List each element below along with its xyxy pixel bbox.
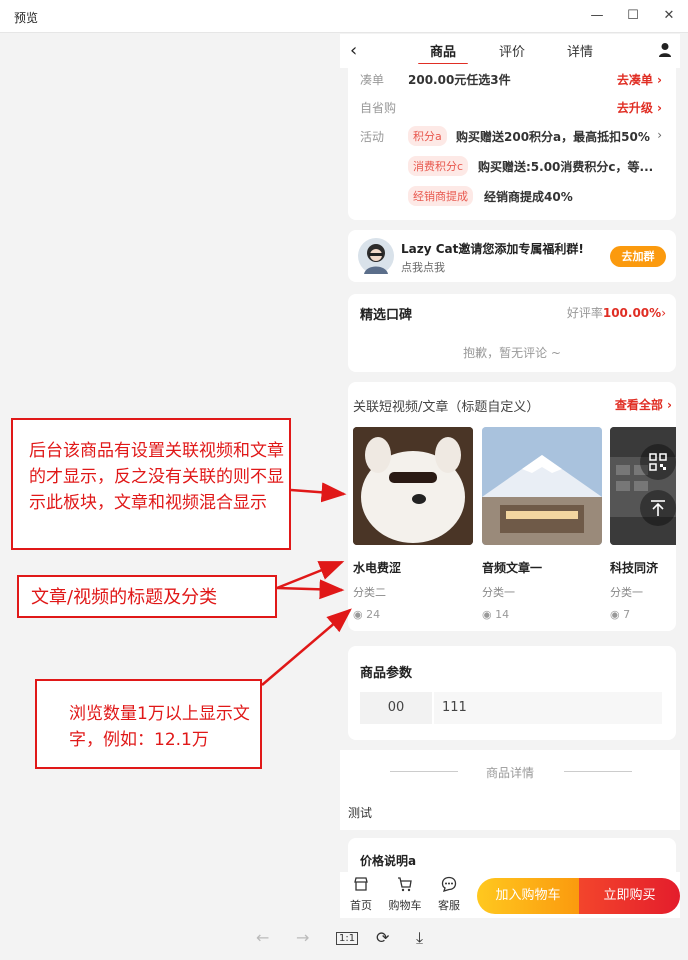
view-count: 14 [495, 608, 510, 621]
promo-text: 经销商提成40% [484, 190, 573, 204]
arrow-right-icon[interactable]: → [296, 928, 309, 947]
media-thumb[interactable] [482, 427, 602, 545]
mountain-image [482, 427, 602, 545]
annotation-view-count: 浏览数量1万以上显示文字，例如：12.1万 [35, 679, 262, 769]
detail-section: 商品详情 测试 [340, 750, 680, 830]
home-button[interactable]: 首页 [343, 876, 379, 913]
promo-card: 凑单 200.00元任选3件 去凑单 › 自省购 去升级 › 活动 积分a 购买… [348, 64, 676, 220]
view-count: 7 [623, 608, 631, 621]
media-item-title[interactable]: 音频文章一 [482, 559, 542, 576]
user-icon[interactable] [658, 42, 672, 58]
arrow-up-icon [651, 500, 665, 516]
group-title: Lazy Cat邀请您添加专属福利群! [401, 242, 584, 256]
cou-value: 200.00元任选3件 [408, 73, 511, 87]
tab-details[interactable]: 详情 [567, 41, 593, 60]
tab-goods[interactable]: 商品 [430, 41, 456, 60]
back-icon[interactable]: ‹ [350, 40, 357, 61]
promo-tag: 消费积分c [408, 156, 469, 176]
promo-text: 购买赠送200积分a，最高抵扣50% [456, 130, 650, 144]
view-count: 24 [366, 608, 381, 621]
eye-icon: ◉ [482, 608, 492, 621]
params-title: 商品参数 [360, 666, 413, 681]
param-value: 111 [434, 692, 662, 724]
minimize-icon[interactable]: — [586, 5, 608, 27]
promo-tag: 经销商提成 [408, 186, 473, 206]
detail-divider-label: 商品详情 [485, 766, 534, 780]
good-rate-label: 好评率 [566, 306, 603, 320]
param-key: 00 [360, 692, 432, 724]
arrow-left-icon[interactable]: ← [256, 928, 269, 947]
related-media-card: 关联短视频/文章（标题自定义） 查看全部 › 水电费涩 音频文章一 科技同济 分… [348, 382, 676, 631]
preview-toolbar: ← → 1:1 ⟳ ⤓ [0, 918, 688, 960]
cou-link[interactable]: 去凑单 › [617, 71, 662, 88]
media-item-views: ◉ 7 [610, 608, 630, 621]
media-item-title[interactable]: 水电费涩 [353, 559, 401, 576]
store-icon [354, 877, 368, 891]
media-item-title[interactable]: 科技同济 [610, 559, 658, 576]
good-rate[interactable]: 好评率100.00%› [567, 304, 666, 321]
qrcode-button[interactable] [640, 444, 676, 480]
back-to-top-button[interactable] [640, 490, 676, 526]
media-thumb[interactable] [610, 427, 676, 545]
detail-text: 测试 [348, 806, 373, 820]
good-rate-value: 100.00% [602, 306, 662, 320]
home-label: 首页 [350, 899, 372, 912]
media-item-category: 分类一 [610, 586, 643, 599]
promo-text: 购买赠送:5.00消费积分c，等... [478, 160, 654, 174]
window-title: 预览 [14, 11, 39, 25]
group-subtitle: 点我点我 [401, 261, 445, 274]
view-all-link[interactable]: 查看全部 › [615, 396, 672, 413]
media-item-views: ◉ 14 [482, 608, 509, 621]
dog-image [353, 427, 473, 545]
keyboard-image [610, 427, 676, 545]
close-icon[interactable]: ✕ [658, 5, 680, 27]
group-invite-card[interactable]: Lazy Cat邀请您添加专属福利群! 点我点我 去加群 [348, 230, 676, 282]
reviews-title: 精选口碑 [360, 308, 413, 323]
cou-label: 凑单 [360, 73, 385, 87]
media-item-category: 分类一 [482, 586, 515, 599]
cart-icon [398, 877, 412, 892]
chat-icon [441, 876, 457, 892]
buy-now-button[interactable]: 立即购买 [579, 878, 680, 914]
avatar [358, 238, 394, 274]
cart-label: 购物车 [388, 899, 422, 912]
bottom-action-bar: 首页 购物车 客服 加入购物车 立即购买 [340, 872, 680, 918]
media-title: 关联短视频/文章（标题自定义） [353, 400, 540, 415]
chevron-right-icon[interactable]: › [657, 128, 662, 142]
self-label: 自省购 [360, 101, 397, 115]
phone-preview: ‹ 商品 评价 详情 凑单 200.00元任选3件 去凑单 › 自省购 去升级 … [340, 34, 680, 918]
chevron-right-icon: › [661, 306, 666, 320]
window-titlebar: 预览 — ☐ ✕ [0, 0, 688, 33]
qrcode-icon [649, 453, 667, 471]
annotation-media-visibility: 后台该商品有设置关联视频和文章的才显示，反之没有关联的则不显示此板块，文章和视频… [11, 418, 291, 550]
eye-icon: ◉ [610, 608, 620, 621]
download-icon[interactable]: ⤓ [416, 928, 423, 948]
add-to-cart-button[interactable]: 加入购物车 [477, 878, 579, 914]
media-thumb[interactable] [353, 427, 473, 545]
eye-icon: ◉ [353, 608, 363, 621]
activity-label: 活动 [360, 130, 385, 144]
divider-line [564, 771, 632, 772]
tab-reviews[interactable]: 评价 [499, 41, 525, 60]
product-navbar: ‹ 商品 评价 详情 [340, 34, 680, 68]
cart-button[interactable]: 购物车 [387, 876, 423, 913]
promo-tag: 积分a [408, 126, 447, 146]
maximize-icon[interactable]: ☐ [622, 5, 644, 27]
media-item-views: ◉ 24 [353, 608, 380, 621]
service-label: 客服 [438, 899, 460, 912]
price-title: 价格说明a [360, 854, 417, 868]
actual-size-icon[interactable]: 1:1 [336, 932, 359, 945]
reviews-empty: 抱歉，暂无评论 ~ [463, 346, 561, 360]
params-card: 商品参数 00 111 [348, 646, 676, 740]
reviews-card: 精选口碑 好评率100.00%› 抱歉，暂无评论 ~ [348, 294, 676, 372]
service-button[interactable]: 客服 [431, 876, 467, 913]
media-item-category: 分类二 [353, 586, 386, 599]
view-all-label: 查看全部 [614, 398, 663, 412]
annotation-title-category: 文章/视频的标题及分类 [17, 575, 277, 618]
join-group-button[interactable]: 去加群 [610, 246, 666, 267]
rotate-icon[interactable]: ⟳ [376, 928, 389, 947]
upgrade-link[interactable]: 去升级 › [617, 99, 662, 116]
